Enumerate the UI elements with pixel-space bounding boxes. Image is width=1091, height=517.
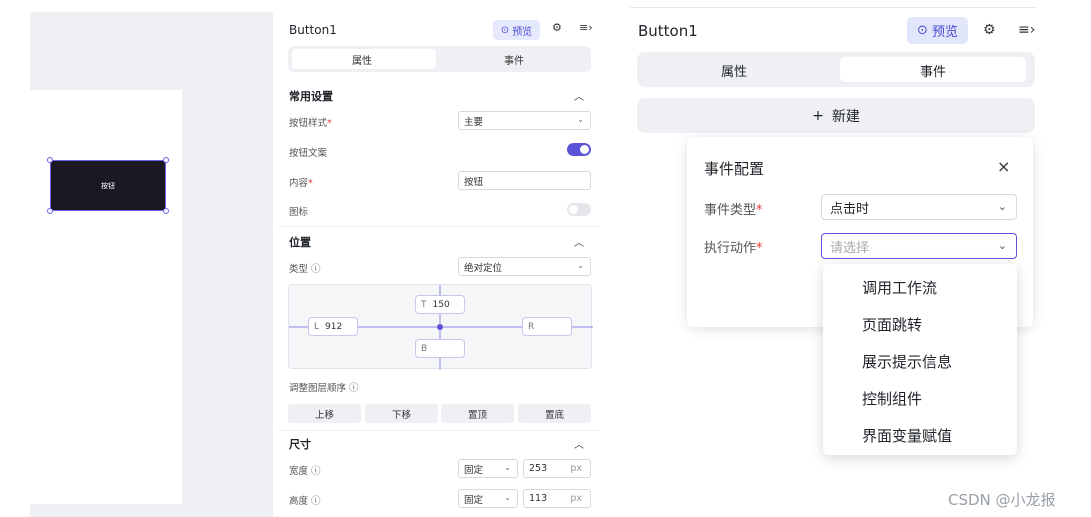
move-up-button[interactable]: 上移: [288, 404, 361, 423]
dropdown-option-message[interactable]: 展示提示信息: [862, 351, 952, 372]
left-screenshot: 按钮 Button1 ⊙ 预览 ⚙ ≡› 属性 事件 常用设置 ︿ 按钮样式* …: [0, 0, 600, 517]
left-offset-input[interactable]: L 912: [308, 317, 358, 336]
button-text-label: 按钮文案: [289, 148, 328, 159]
tab-properties[interactable]: 属性: [721, 61, 747, 80]
panel-tabs: 属性 事件: [288, 46, 591, 72]
button-style-select[interactable]: 主要 ⌄: [458, 111, 591, 130]
bottom-offset-input[interactable]: B: [415, 339, 465, 358]
play-circle-icon: ⊙: [500, 24, 510, 36]
dropdown-option-navigate[interactable]: 页面跳转: [862, 314, 922, 335]
tab-events[interactable]: 事件: [920, 61, 946, 80]
position-center-dot: [437, 324, 443, 330]
chevron-up-icon[interactable]: ︿: [574, 234, 584, 249]
panel-collapse-icon[interactable]: ≡›: [579, 21, 593, 34]
content-input[interactable]: 按钮: [458, 171, 591, 190]
gear-icon[interactable]: ⚙: [552, 21, 562, 34]
layer-order-label: 调整图层顺序 ⓘ: [289, 383, 359, 394]
bring-to-front-button[interactable]: 置顶: [441, 404, 514, 423]
resize-handle-tl[interactable]: [47, 157, 53, 163]
play-circle-icon: ⊙: [917, 23, 928, 38]
right-offset-input[interactable]: R: [522, 317, 572, 336]
position-type-select[interactable]: 绝对定位 ⌄: [458, 257, 591, 276]
preview-button[interactable]: ⊙ 预览: [493, 20, 540, 40]
event-config-title: 事件配置: [704, 160, 765, 178]
info-icon: ⓘ: [311, 264, 321, 275]
canvas-button-label: 按钮: [101, 181, 115, 190]
chevron-down-icon: ⌄: [997, 200, 1007, 213]
content-label: 内容*: [289, 178, 313, 189]
info-icon: ⓘ: [311, 466, 321, 477]
action-dropdown: 调用工作流 页面跳转 展示提示信息 控制组件 界面变量赋值: [823, 264, 1017, 455]
plus-icon: +: [812, 107, 824, 124]
info-icon: ⓘ: [349, 383, 359, 394]
chevron-down-icon: ⌄: [997, 239, 1007, 252]
height-mode-select[interactable]: 固定 ⌄: [458, 489, 518, 508]
section-common-title: 常用设置: [289, 90, 333, 103]
component-title: Button1: [638, 22, 698, 40]
chevron-down-icon: ⌄: [504, 463, 511, 472]
height-label: 高度 ⓘ: [289, 496, 321, 507]
tab-properties[interactable]: 属性: [352, 52, 372, 67]
section-size-title: 尺寸: [289, 438, 311, 451]
canvas-selected-button[interactable]: 按钮: [50, 160, 166, 211]
chevron-up-icon[interactable]: ︿: [574, 436, 584, 451]
preview-button[interactable]: ⊙ 预览: [907, 17, 968, 44]
component-title: Button1: [289, 23, 337, 37]
chevron-down-icon: ⌄: [577, 115, 584, 124]
width-label: 宽度 ⓘ: [289, 466, 321, 477]
panel-collapse-icon[interactable]: ≡›: [1018, 22, 1035, 38]
resize-handle-tr[interactable]: [163, 157, 169, 163]
dropdown-option-variable[interactable]: 界面变量赋值: [862, 425, 952, 446]
chevron-up-icon[interactable]: ︿: [574, 88, 584, 103]
height-input[interactable]: 113 px: [523, 489, 591, 508]
close-icon[interactable]: ×: [997, 157, 1010, 176]
resize-handle-br[interactable]: [163, 208, 169, 214]
action-label: 执行动作*: [704, 241, 763, 256]
icon-label: 图标: [289, 207, 309, 218]
button-style-label: 按钮样式*: [289, 118, 332, 129]
panel-tabs: 属性 事件: [637, 52, 1035, 87]
canvas-page[interactable]: [30, 90, 182, 504]
width-mode-select[interactable]: 固定 ⌄: [458, 459, 518, 478]
send-to-back-button[interactable]: 置底: [518, 404, 591, 423]
button-text-toggle[interactable]: [567, 143, 591, 156]
resize-handle-bl[interactable]: [47, 208, 53, 214]
event-type-label: 事件类型*: [704, 203, 763, 218]
watermark: CSDN @小龙报: [948, 491, 1056, 509]
section-position-title: 位置: [289, 236, 311, 249]
chevron-down-icon: ⌄: [577, 261, 584, 270]
width-input[interactable]: 253 px: [523, 459, 591, 478]
dropdown-option-workflow[interactable]: 调用工作流: [862, 277, 937, 298]
dropdown-option-control[interactable]: 控制组件: [862, 388, 922, 409]
top-offset-input[interactable]: T 150: [415, 295, 465, 314]
action-select[interactable]: 请选择 ⌄: [821, 233, 1017, 259]
new-event-button[interactable]: + 新建: [637, 98, 1035, 133]
icon-toggle[interactable]: [567, 203, 591, 216]
tab-events[interactable]: 事件: [504, 52, 524, 67]
info-icon: ⓘ: [311, 496, 321, 507]
gear-icon[interactable]: ⚙: [983, 22, 996, 38]
chevron-down-icon: ⌄: [504, 493, 511, 502]
position-editor: T 150 L 912 R B: [288, 284, 593, 370]
properties-panel: Button1 ⊙ 预览 ⚙ ≡› 属性 事件 常用设置 ︿ 按钮样式* 主要 …: [278, 12, 600, 517]
event-type-select[interactable]: 点击时 ⌄: [821, 194, 1017, 220]
move-down-button[interactable]: 下移: [365, 404, 438, 423]
position-type-label: 类型 ⓘ: [289, 264, 321, 275]
